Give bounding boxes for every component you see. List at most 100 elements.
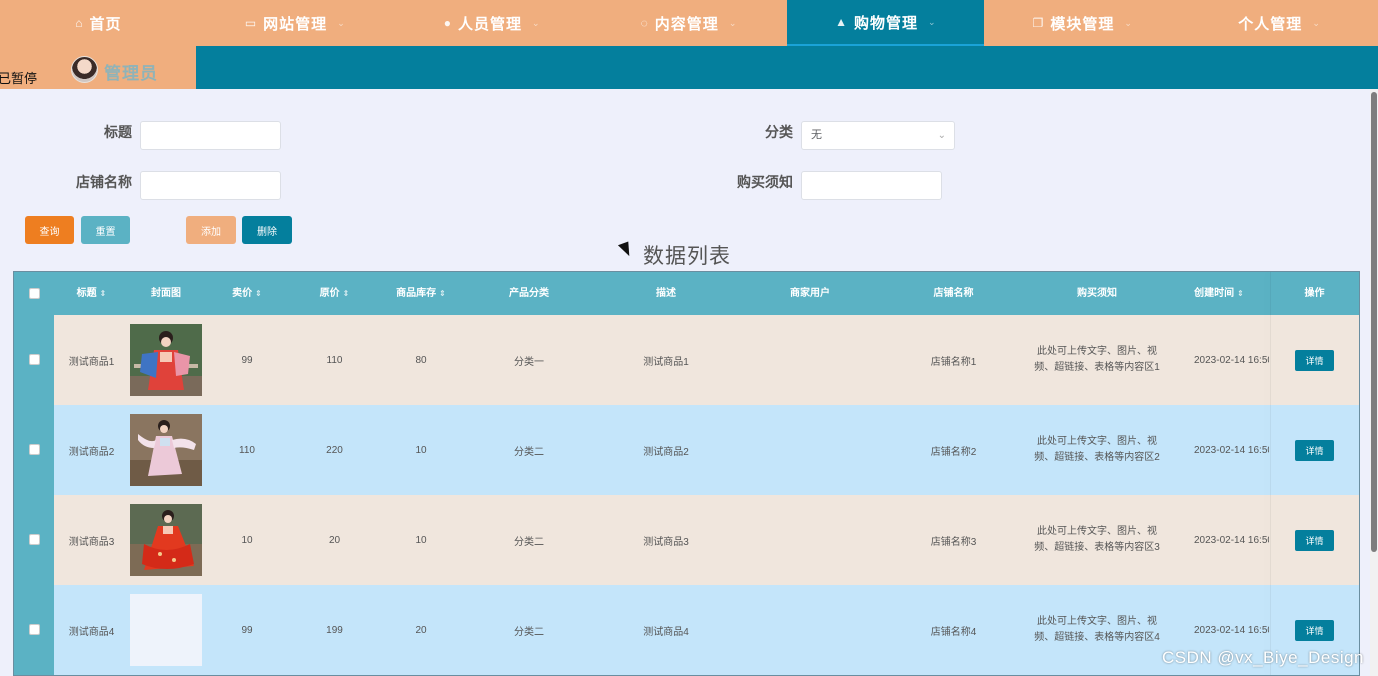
table-row: 测试商品1 99 110 80 分类一 测试商品1 店铺名称1 此处可上传文字、… (14, 315, 1359, 405)
purchase-notice-label: 购买须知 (737, 174, 793, 190)
column-header-created-time[interactable]: 创建时间 ⇕ (1169, 272, 1269, 315)
title-input[interactable] (140, 121, 281, 150)
detail-button[interactable]: 详情 (1295, 619, 1334, 641)
cell-price: 99 (241, 624, 253, 636)
sort-icon[interactable]: ⇕ (100, 289, 107, 298)
row-checkbox-cell (14, 315, 54, 405)
row-checkbox[interactable] (29, 624, 40, 635)
category-select[interactable]: 无 ⌄ (801, 121, 955, 150)
shop-name-label: 店铺名称 (76, 174, 132, 190)
cell-title: 测试商品1 (68, 356, 115, 368)
row-checkbox[interactable] (29, 354, 40, 365)
cell-original-price: 220 (326, 444, 343, 456)
notice-line: 频、超链接、表格等内容区3 (1034, 542, 1160, 553)
sort-icon[interactable]: ⇕ (439, 289, 446, 298)
cell-original-price: 199 (326, 624, 343, 636)
cell-description: 测试商品3 (643, 536, 689, 548)
column-header-original-price[interactable]: 原价 ⇕ (291, 272, 378, 315)
nav-item-site-management[interactable]: ▭ 网站管理 ⌄ (197, 0, 394, 46)
cell-title: 测试商品2 (68, 446, 115, 458)
cover-image-orange-dress[interactable] (130, 504, 202, 576)
column-header-label: 卖价 (232, 288, 253, 299)
cell-shop-name: 店铺名称2 (930, 446, 977, 458)
avatar[interactable] (71, 56, 98, 83)
sort-icon[interactable]: ⇕ (1237, 289, 1244, 298)
row-checkbox[interactable] (29, 534, 40, 545)
delete-button[interactable]: 删除 (242, 216, 292, 244)
sort-icon[interactable]: ⇕ (255, 289, 262, 298)
cell-price: 99 (241, 354, 253, 366)
cover-image-pink-dress[interactable] (130, 414, 202, 486)
detail-button[interactable]: 详情 (1295, 529, 1334, 551)
nav-item-personal-management[interactable]: 个人管理 ⌄ (1181, 0, 1378, 46)
select-all-checkbox[interactable] (29, 288, 40, 299)
cell-category: 分类一 (514, 356, 544, 368)
table-row: 测试商品4 99 199 20 分类二 测试商品4 店铺名称4 此处可上传文字、… (14, 585, 1359, 675)
page-scrollbar-thumb[interactable] (1371, 92, 1377, 552)
fixed-column-divider (1270, 272, 1271, 675)
bag-icon: ▲ (835, 15, 849, 29)
cell-shop-name: 店铺名称3 (930, 536, 977, 548)
cell-created-time: 2023-02-14 16:50 (1194, 534, 1269, 546)
cover-image-red-dress[interactable] (130, 324, 202, 396)
nav-label: 首页 (89, 15, 122, 33)
cell-title: 测试商品4 (68, 626, 115, 638)
nav-item-module-management[interactable]: ❐ 模块管理 ⌄ (984, 0, 1181, 46)
cell-shop-name: 店铺名称4 (930, 626, 977, 638)
category-label: 分类 (765, 124, 793, 140)
cell-merchant (738, 315, 882, 405)
column-header-stock[interactable]: 商品库存 ⇕ (378, 272, 464, 315)
nav-item-content-management[interactable]: ◌ 内容管理 ⌄ (591, 0, 788, 46)
top-nav: ⌂ 首页 ▭ 网站管理 ⌄ ● 人员管理 ⌄ ◌ 内容管理 ⌄ ▲ 购物管理 ⌄… (0, 0, 1378, 46)
shop-name-input[interactable] (140, 171, 281, 200)
username[interactable]: 管理员 (104, 59, 158, 84)
detail-button[interactable]: 详情 (1295, 349, 1334, 371)
detail-button[interactable]: 详情 (1295, 439, 1334, 461)
cover-image-placeholder[interactable] (130, 594, 202, 666)
cell-cover (129, 585, 203, 675)
query-button[interactable]: 查询 (25, 216, 74, 244)
cell-description: 测试商品1 (643, 356, 689, 368)
marquee-text: 已暂停 (0, 71, 38, 86)
notice-line: 此处可上传文字、图片、视 (1037, 436, 1157, 447)
copy-icon: ❐ (1032, 16, 1045, 30)
chevron-down-icon: ⌄ (1124, 17, 1133, 28)
cell-category: 分类二 (514, 626, 544, 638)
watermark: CSDN @vx_Biye_Design (1161, 648, 1364, 667)
chevron-down-icon: ⌄ (728, 17, 738, 28)
column-header-title[interactable]: 标题 ⇕ (54, 272, 129, 315)
cell-purchase-notice: 此处可上传文字、图片、视 频、超链接、表格等内容区3 (1025, 495, 1169, 585)
nav-item-shopping-management[interactable]: ▲ 购物管理 ⌄ (787, 0, 985, 46)
column-header-operation: 操作 (1304, 288, 1325, 299)
nav-item-staff-management[interactable]: ● 人员管理 ⌄ (394, 0, 591, 46)
table-header: 标题 ⇕ 封面图 卖价 ⇕ 原价 ⇕ 商品库存 ⇕ 产品分类 描述 商家用户 店铺名称 … (14, 272, 1359, 315)
chevron-down-icon: ⌄ (532, 17, 541, 28)
reset-button[interactable]: 重置 (81, 216, 130, 244)
notice-line: 频、超链接、表格等内容区4 (1034, 632, 1160, 643)
user-box: 已暂停 管理员 (0, 46, 196, 89)
cell-stock: 10 (415, 534, 427, 546)
nav-item-home[interactable]: ⌂ 首页 (0, 0, 197, 46)
row-checkbox-cell (14, 495, 54, 585)
sort-icon[interactable]: ⇕ (343, 289, 350, 298)
notice-line: 此处可上传文字、图片、视 (1037, 346, 1157, 357)
cell-stock: 80 (415, 354, 427, 366)
column-header-price[interactable]: 卖价 ⇕ (203, 272, 291, 315)
nav-label: 内容管理 (654, 15, 719, 33)
cell-merchant (738, 585, 882, 675)
add-button[interactable]: 添加 (186, 216, 236, 244)
chevron-down-icon: ⌄ (937, 130, 946, 141)
cell-original-price: 110 (326, 354, 343, 366)
cell-stock: 10 (415, 444, 427, 456)
home-icon: ⌂ (75, 16, 84, 30)
purchase-notice-input[interactable] (801, 171, 942, 200)
cell-category: 分类二 (514, 446, 544, 458)
row-checkbox[interactable] (29, 444, 40, 455)
category-select-value: 无 (811, 129, 822, 141)
cell-original-price: 20 (328, 534, 341, 546)
nav-label: 人员管理 (457, 15, 522, 33)
cell-description: 测试商品2 (643, 446, 689, 458)
notice-line: 频、超链接、表格等内容区1 (1034, 362, 1160, 373)
cell-purchase-notice: 此处可上传文字、图片、视 频、超链接、表格等内容区1 (1025, 315, 1169, 405)
chevron-down-icon: ⌄ (337, 17, 346, 28)
